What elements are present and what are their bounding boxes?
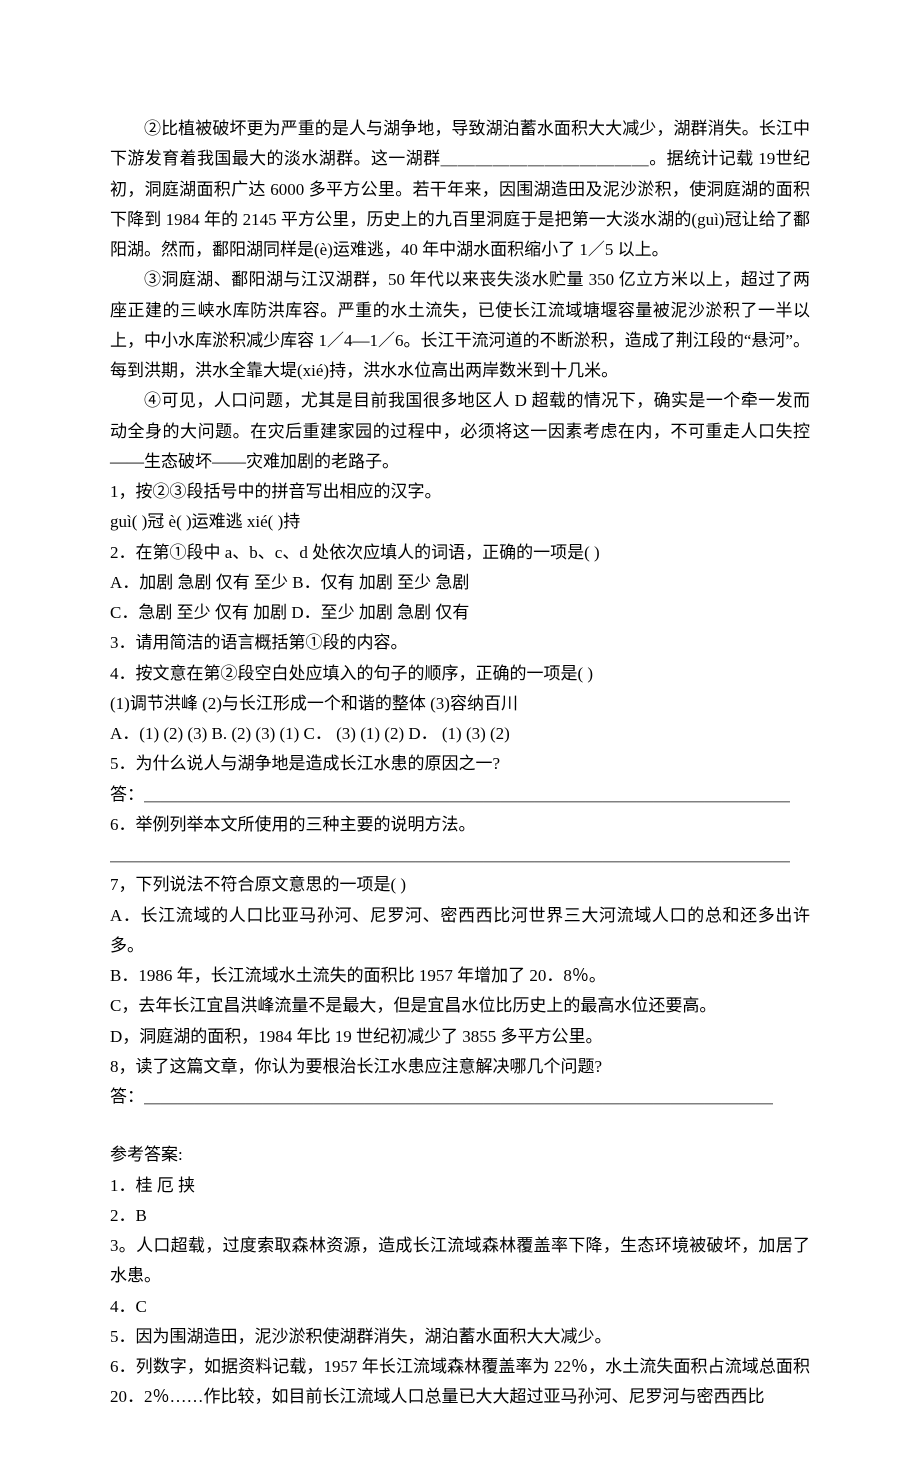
question-8: 8，读了这篇文章，你认为要根治长江水患应注意解决哪几个问题? [110,1052,810,1082]
question-2-options-cd: C．急剧 至少 仅有 加剧 D．至少 加剧 急剧 仅有 [110,598,810,628]
question-2-options-ab: A．加剧 急剧 仅有 至少 B．仅有 加剧 至少 急剧 [110,568,810,598]
question-2-stem: 2．在第①段中 a、b、c、d 处依次应填人的词语，正确的一项是( ) [110,538,810,568]
question-1-stem: 1，按②③段括号中的拼音写出相应的汉字。 [110,477,810,507]
answer-2: 2．B [110,1201,810,1231]
question-3: 3．请用简洁的语言概括第①段的内容。 [110,628,810,658]
question-5: 5．为什么说人与湖争地是造成长江水患的原因之一? [110,749,810,779]
paragraph-4: ④可见，人口问题，尤其是目前我国很多地区人 D 超载的情况下，确实是一个牵一发而… [110,386,810,477]
answer-4: 4．C [110,1292,810,1322]
question-1-blanks: guì( )冠 è( )运难逃 xié( )持 [110,507,810,537]
document-page: ②比植被破坏更为严重的是人与湖争地，导致湖泊蓄水面积大大减少，湖群消失。长江中下… [0,0,920,1473]
answer-6: 6．列数字，如据资料记载，1957 年长江流域森林覆盖率为 22％，水土流失面积… [110,1352,810,1413]
question-4-abcd: A．(1) (2) (3) B. (2) (3) (1) C． (3) (1) … [110,719,810,749]
question-7-option-a: A．长江流域的人口比亚马孙河、尼罗河、密西西比河世界三大河流域人口的总和还多出许… [110,901,810,962]
answer-3: 3。人口超载，过度索取森林资源，造成长江流域森林覆盖率下降，生态环境被破坏，加居… [110,1231,810,1292]
question-8-answer-line: 答：＿＿＿＿＿＿＿＿＿＿＿＿＿＿＿＿＿＿＿＿＿＿＿＿＿＿＿＿＿＿＿＿＿＿＿＿＿ [110,1082,810,1112]
question-6-answer-line: ＿＿＿＿＿＿＿＿＿＿＿＿＿＿＿＿＿＿＿＿＿＿＿＿＿＿＿＿＿＿＿＿＿＿＿＿＿＿＿＿ [110,840,810,870]
question-5-answer-line: 答：＿＿＿＿＿＿＿＿＿＿＿＿＿＿＿＿＿＿＿＿＿＿＿＿＿＿＿＿＿＿＿＿＿＿＿＿＿＿ [110,780,810,810]
question-7-option-d: D，洞庭湖的面积，1984 年比 19 世纪初减少了 3855 多平方公里。 [110,1022,810,1052]
answer-5: 5．因为围湖造田，泥沙淤积使湖群消失，湖泊蓄水面积大大减少。 [110,1322,810,1352]
question-6: 6．举例列举本文所使用的三种主要的说明方法。 [110,810,810,840]
question-4-options: (1)调节洪峰 (2)与长江形成一个和谐的整体 (3)容纳百川 [110,689,810,719]
paragraph-2: ②比植被破坏更为严重的是人与湖争地，导致湖泊蓄水面积大大减少，湖群消失。长江中下… [110,114,810,265]
answer-1: 1．桂 厄 挟 [110,1171,810,1201]
section-gap [110,1112,810,1140]
paragraph-3: ③洞庭湖、鄱阳湖与江汉湖群，50 年代以来丧失淡水贮量 350 亿立方米以上，超… [110,265,810,386]
answers-title: 参考答案: [110,1140,810,1170]
question-4-stem: 4．按文意在第②段空白处应填入的句子的顺序，正确的一项是( ) [110,659,810,689]
question-7-option-c: C，去年长江宜昌洪峰流量不是最大，但是宜昌水位比历史上的最高水位还要高。 [110,991,810,1021]
question-7-option-b: B．1986 年，长江流域水土流失的面积比 1957 年增加了 20．8％。 [110,961,810,991]
question-7-stem: 7，下列说法不符合原文意思的一项是( ) [110,870,810,900]
